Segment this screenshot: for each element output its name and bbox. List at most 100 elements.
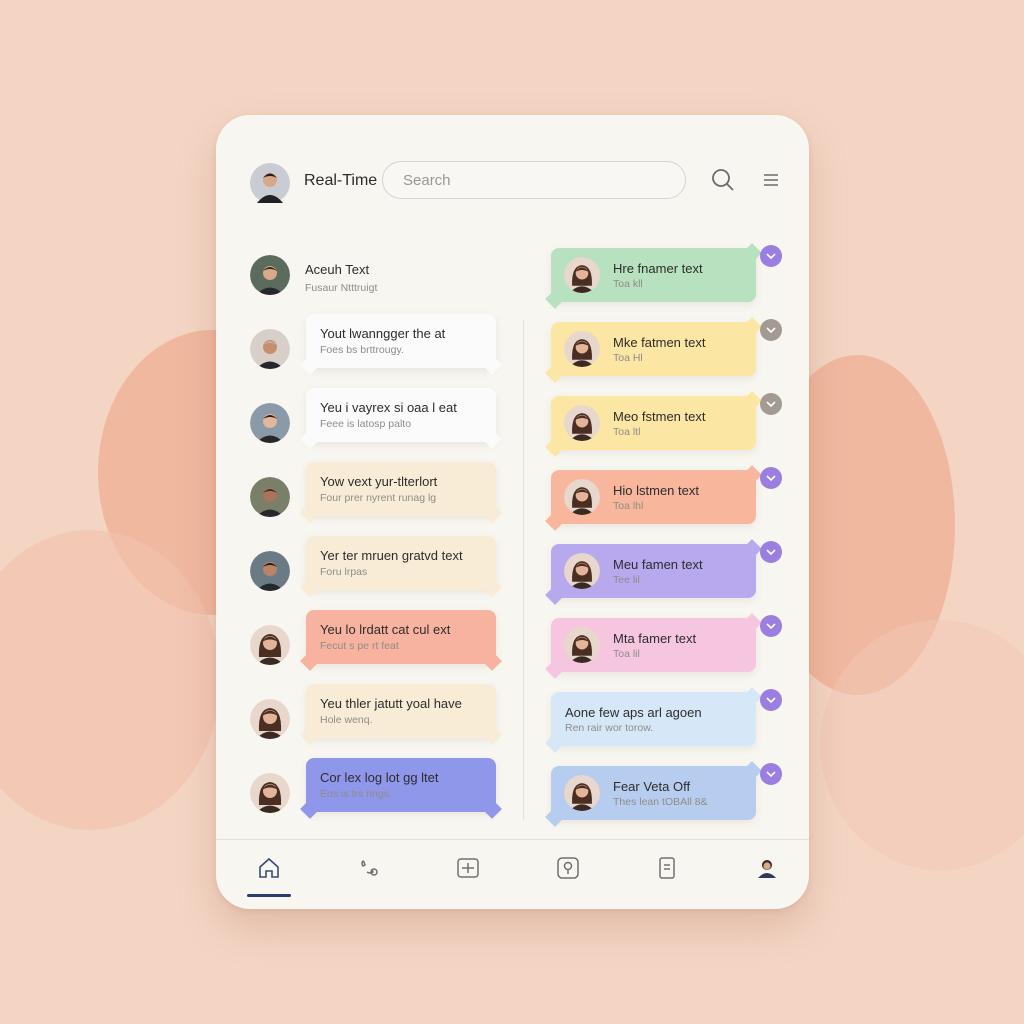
message-title: Yeu thler jatutt yoal have — [320, 696, 462, 711]
nav-files[interactable] — [650, 853, 684, 887]
contact-avatar[interactable] — [250, 329, 290, 369]
pin-icon — [556, 856, 580, 885]
bubble-tail — [545, 437, 565, 457]
message-bubble[interactable]: Aone few aps arl agoen Ren rair wor torow… — [545, 687, 762, 753]
message-preview: Toa Hl — [613, 352, 643, 364]
active-tab-indicator — [247, 894, 291, 897]
search-icon[interactable] — [708, 165, 738, 195]
message-bubble[interactable]: Cor lex log lot gg ltet Eos is trs rings. — [300, 758, 502, 819]
bubble-tail — [300, 355, 320, 375]
bubble-tail — [545, 289, 565, 309]
nav-calls[interactable] — [352, 853, 386, 887]
message-bubble[interactable]: Yeu thler jatutt yoal have Hole wenq. — [300, 684, 502, 745]
bubble-tail — [742, 243, 762, 263]
message-bubble[interactable]: Meo fstmen text Toa ltl — [545, 391, 762, 457]
message-bubble[interactable]: Meu famen text Tee lil — [545, 539, 762, 605]
message-title: Yout lwanngger the at — [320, 326, 446, 341]
bubble-tail — [482, 429, 502, 449]
bubble-tail — [742, 761, 762, 781]
message-preview: Foru lrpas — [320, 566, 368, 578]
bubble-tail — [300, 799, 320, 819]
message-title: Meu famen text — [613, 557, 703, 572]
bubble-tail — [742, 613, 762, 633]
contact-avatar[interactable] — [250, 625, 290, 665]
menu-icon[interactable] — [756, 165, 786, 195]
contact-avatar[interactable] — [250, 477, 290, 517]
message-title: Yeu i vayrex si oaa l eat — [320, 400, 457, 415]
message-preview: Toa kll — [613, 278, 643, 290]
contact-avatar[interactable] — [250, 773, 290, 813]
search-bar[interactable] — [382, 161, 686, 199]
bubble-tail — [545, 363, 565, 383]
message-title: Hre fnamer text — [613, 261, 703, 276]
chat-app-window: Real-Time Aceuh Text Fusaur Ntttruigt Yout… — [216, 115, 809, 909]
bubble-tail — [300, 725, 320, 745]
message-bubble[interactable]: Yeu lo lrdatt cat cul ext Fecut s pe rt f… — [300, 610, 502, 671]
contact-avatar[interactable] — [250, 551, 290, 591]
profile-icon — [755, 856, 779, 885]
message-preview: Toa lil — [613, 648, 640, 660]
message-bubble[interactable]: Fear Veta Off Thes lean tOBAll 8& — [545, 761, 762, 827]
contact-avatar[interactable] — [564, 479, 600, 515]
bubble-tail — [545, 659, 565, 679]
contact-avatar[interactable] — [564, 257, 600, 293]
document-icon — [655, 856, 679, 885]
message-title: Fear Veta Off — [613, 779, 691, 794]
bubble-tail — [482, 503, 502, 523]
bubble-tail — [545, 511, 565, 531]
message-bubble[interactable]: Yout lwanngger the at Foes bs brttrougy. — [300, 314, 502, 375]
read-receipt-icon — [760, 541, 782, 563]
nav-location[interactable] — [551, 853, 585, 887]
message-bubble[interactable]: Yeu i vayrex si oaa l eat Feee is latosp … — [300, 388, 502, 449]
message-preview: Fecut s pe rt feat — [320, 640, 399, 652]
message-bubble[interactable]: Hre fnamer text Toa kll — [545, 243, 762, 309]
bubble-tail — [742, 539, 762, 559]
bubble-tail — [300, 577, 320, 597]
bubble-tail — [545, 585, 565, 605]
read-receipt-icon — [760, 245, 782, 267]
message-bubble[interactable]: Hio lstmen text Toa lhl — [545, 465, 762, 531]
contact-avatar[interactable] — [564, 627, 600, 663]
column-divider — [523, 320, 524, 820]
message-preview: Toa ltl — [613, 426, 641, 438]
nav-home[interactable] — [252, 853, 286, 887]
message-title: Meo fstmen text — [613, 409, 706, 424]
user-avatar[interactable] — [250, 163, 290, 203]
search-input[interactable] — [383, 162, 685, 198]
bubble-tail — [300, 503, 320, 523]
message-title: Cor lex log lot gg ltet — [320, 770, 439, 785]
message-bubble[interactable]: Mta famer text Toa lil — [545, 613, 762, 679]
contact-avatar[interactable] — [564, 775, 600, 811]
contact-avatar[interactable] — [250, 699, 290, 739]
message-bubble[interactable]: Yer ter mruen gratvd text Foru lrpas — [300, 536, 502, 597]
message-title: Yer ter mruen gratvd text — [320, 548, 463, 563]
contact-avatar[interactable] — [250, 403, 290, 443]
bottom-nav-divider — [216, 839, 809, 840]
bubble-tail — [482, 799, 502, 819]
bubble-tail — [482, 577, 502, 597]
message-bubble[interactable]: Yow vext yur-tlterlort Four prer nyrent r… — [300, 462, 502, 523]
nav-profile[interactable] — [750, 853, 784, 887]
nav-new[interactable] — [451, 853, 485, 887]
bubble-tail — [482, 725, 502, 745]
message-preview: Tee lil — [613, 574, 640, 586]
contact-avatar[interactable] — [564, 331, 600, 367]
contact-avatar[interactable] — [250, 255, 290, 295]
bubble-tail — [742, 317, 762, 337]
message-bubble[interactable]: Mke fatmen text Toa Hl — [545, 317, 762, 383]
read-receipt-icon — [760, 689, 782, 711]
bubble-tail — [482, 651, 502, 671]
message-title: Yow vext yur-tlterlort — [320, 474, 438, 489]
contact-avatar[interactable] — [564, 405, 600, 441]
bubble-tail — [545, 733, 565, 753]
message-title: Mke fatmen text — [613, 335, 706, 350]
bubble-tail — [742, 465, 762, 485]
message-preview: Four prer nyrent runag lg — [320, 492, 437, 504]
bubble-tail — [742, 687, 762, 707]
message-title: Aone few aps arl agoen — [565, 705, 702, 720]
contact-avatar[interactable] — [564, 553, 600, 589]
read-receipt-icon — [760, 467, 782, 489]
bubble-tail — [300, 429, 320, 449]
message-title: Hio lstmen text — [613, 483, 699, 498]
read-receipt-icon — [760, 763, 782, 785]
